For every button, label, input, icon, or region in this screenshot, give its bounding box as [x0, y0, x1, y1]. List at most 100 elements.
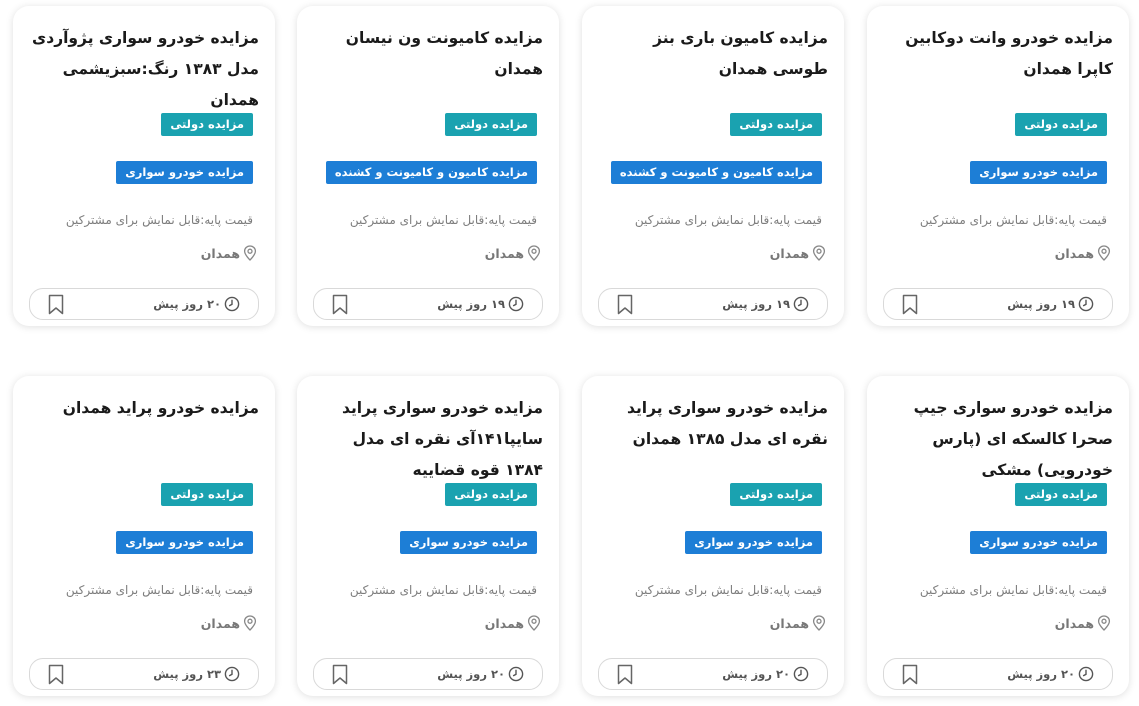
card-footer: ۲۰ روز پیش	[883, 658, 1113, 690]
base-price-text: قیمت پایه:قابل نمایش برای مشترکین	[65, 213, 253, 227]
card-footer: ۲۳ روز پیش	[29, 658, 259, 690]
posted-time-label: ۲۰ روز پیش	[722, 667, 790, 681]
auction-card[interactable]: مزایده خودرو سواری پراید نقره ای مدل ۱۳۸…	[582, 376, 844, 696]
auction-card[interactable]: مزایده خودرو سواری پژوآردی مدل ۱۳۸۳ رنگ:…	[13, 6, 275, 326]
clock-icon	[1078, 296, 1094, 312]
location: همدان	[201, 615, 257, 631]
location-pin-icon	[243, 245, 257, 261]
location-label: همدان	[1054, 245, 1094, 261]
auction-card[interactable]: مزایده خودرو سواری پراید سایپا۱۴۱آی نقره…	[297, 376, 559, 696]
auction-card[interactable]: مزایده کامیونت ون نیسان همدان مزایده دول…	[297, 6, 559, 326]
location-pin-icon	[527, 245, 541, 261]
location-pin-icon	[1097, 615, 1111, 631]
location: همدان	[201, 245, 257, 261]
category-badge[interactable]: مزایده خودرو سواری	[116, 161, 253, 184]
category-badge[interactable]: مزایده خودرو سواری	[685, 531, 822, 554]
location: همدان	[485, 615, 541, 631]
posted-time: ۱۹ روز پیش	[437, 296, 524, 312]
clock-icon	[224, 666, 240, 682]
base-price-text: قیمت پایه:قابل نمایش برای مشترکین	[349, 213, 537, 227]
auction-card[interactable]: مزایده خودرو وانت دوکابین کاپرا همدان مز…	[867, 6, 1129, 326]
posted-time: ۲۰ روز پیش	[722, 666, 809, 682]
bookmark-icon[interactable]	[47, 664, 65, 685]
government-auction-badge[interactable]: مزایده دولتی	[730, 483, 822, 506]
location-label: همدان	[1054, 615, 1094, 631]
auction-card[interactable]: مزایده خودرو پراید همدان مزایده دولتی مز…	[13, 376, 275, 696]
base-price-text: قیمت پایه:قابل نمایش برای مشترکین	[634, 213, 822, 227]
bookmark-icon[interactable]	[616, 664, 634, 685]
card-footer: ۱۹ روز پیش	[883, 288, 1113, 320]
location-pin-icon	[812, 615, 826, 631]
card-title[interactable]: مزایده خودرو پراید همدان	[27, 393, 259, 424]
base-price-text: قیمت پایه:قابل نمایش برای مشترکین	[349, 583, 537, 597]
card-title[interactable]: مزایده خودرو سواری پژوآردی مدل ۱۳۸۳ رنگ:…	[27, 23, 259, 116]
clock-icon	[224, 296, 240, 312]
card-title[interactable]: مزایده کامیون باری بنز طوسی همدان	[596, 23, 828, 85]
location-label: همدان	[200, 245, 240, 261]
posted-time: ۲۰ روز پیش	[153, 296, 240, 312]
base-price-text: قیمت پایه:قابل نمایش برای مشترکین	[65, 583, 253, 597]
category-badge[interactable]: مزایده خودرو سواری	[400, 531, 537, 554]
clock-icon	[793, 296, 809, 312]
government-auction-badge[interactable]: مزایده دولتی	[1015, 113, 1107, 136]
card-footer: ۲۰ روز پیش	[598, 658, 828, 690]
bookmark-icon[interactable]	[47, 294, 65, 315]
posted-time: ۲۰ روز پیش	[1007, 666, 1094, 682]
bookmark-icon[interactable]	[901, 294, 919, 315]
location-pin-icon	[527, 615, 541, 631]
location: همدان	[1055, 245, 1111, 261]
bookmark-icon[interactable]	[901, 664, 919, 685]
government-auction-badge[interactable]: مزایده دولتی	[161, 483, 253, 506]
base-price-text: قیمت پایه:قابل نمایش برای مشترکین	[634, 583, 822, 597]
government-auction-badge[interactable]: مزایده دولتی	[445, 483, 537, 506]
card-title[interactable]: مزایده خودرو سواری پراید نقره ای مدل ۱۳۸…	[596, 393, 828, 455]
card-title[interactable]: مزایده خودرو سواری پراید سایپا۱۴۱آی نقره…	[311, 393, 543, 486]
location-pin-icon	[243, 615, 257, 631]
posted-time: ۱۹ روز پیش	[1007, 296, 1094, 312]
government-auction-badge[interactable]: مزایده دولتی	[730, 113, 822, 136]
clock-icon	[508, 666, 524, 682]
location: همدان	[770, 615, 826, 631]
posted-time-label: ۲۰ روز پیش	[153, 297, 221, 311]
card-footer: ۲۰ روز پیش	[29, 288, 259, 320]
location: همدان	[770, 245, 826, 261]
posted-time-label: ۲۰ روز پیش	[1007, 667, 1075, 681]
posted-time-label: ۲۳ روز پیش	[153, 667, 221, 681]
posted-time-label: ۲۰ روز پیش	[437, 667, 505, 681]
location-label: همدان	[200, 615, 240, 631]
category-badge[interactable]: مزایده کامیون و کامیونت و کشنده	[610, 161, 822, 184]
base-price-text: قیمت پایه:قابل نمایش برای مشترکین	[919, 583, 1107, 597]
card-footer: ۲۰ روز پیش	[313, 658, 543, 690]
location-label: همدان	[769, 615, 809, 631]
location-label: همدان	[484, 245, 524, 261]
clock-icon	[1078, 666, 1094, 682]
clock-icon	[793, 666, 809, 682]
auction-card[interactable]: مزایده کامیون باری بنز طوسی همدان مزایده…	[582, 6, 844, 326]
location-pin-icon	[1097, 245, 1111, 261]
base-price-text: قیمت پایه:قابل نمایش برای مشترکین	[919, 213, 1107, 227]
auction-card[interactable]: مزایده خودرو سواری جیپ صحرا کالسکه ای (پ…	[867, 376, 1129, 696]
government-auction-badge[interactable]: مزایده دولتی	[161, 113, 253, 136]
card-title[interactable]: مزایده کامیونت ون نیسان همدان	[311, 23, 543, 85]
posted-time: ۱۹ روز پیش	[722, 296, 809, 312]
government-auction-badge[interactable]: مزایده دولتی	[445, 113, 537, 136]
bookmark-icon[interactable]	[616, 294, 634, 315]
category-badge[interactable]: مزایده خودرو سواری	[970, 161, 1107, 184]
clock-icon	[508, 296, 524, 312]
category-badge[interactable]: مزایده خودرو سواری	[970, 531, 1107, 554]
bookmark-icon[interactable]	[331, 664, 349, 685]
posted-time-label: ۱۹ روز پیش	[1007, 297, 1075, 311]
category-badge[interactable]: مزایده کامیون و کامیونت و کشنده	[325, 161, 537, 184]
location: همدان	[1055, 615, 1111, 631]
card-footer: ۱۹ روز پیش	[598, 288, 828, 320]
posted-time: ۲۳ روز پیش	[153, 666, 240, 682]
posted-time-label: ۱۹ روز پیش	[722, 297, 790, 311]
posted-time: ۲۰ روز پیش	[437, 666, 524, 682]
category-badge[interactable]: مزایده خودرو سواری	[116, 531, 253, 554]
card-title[interactable]: مزایده خودرو سواری جیپ صحرا کالسکه ای (پ…	[881, 393, 1113, 486]
card-title[interactable]: مزایده خودرو وانت دوکابین کاپرا همدان	[881, 23, 1113, 85]
location-label: همدان	[769, 245, 809, 261]
government-auction-badge[interactable]: مزایده دولتی	[1015, 483, 1107, 506]
location-label: همدان	[484, 615, 524, 631]
bookmark-icon[interactable]	[331, 294, 349, 315]
